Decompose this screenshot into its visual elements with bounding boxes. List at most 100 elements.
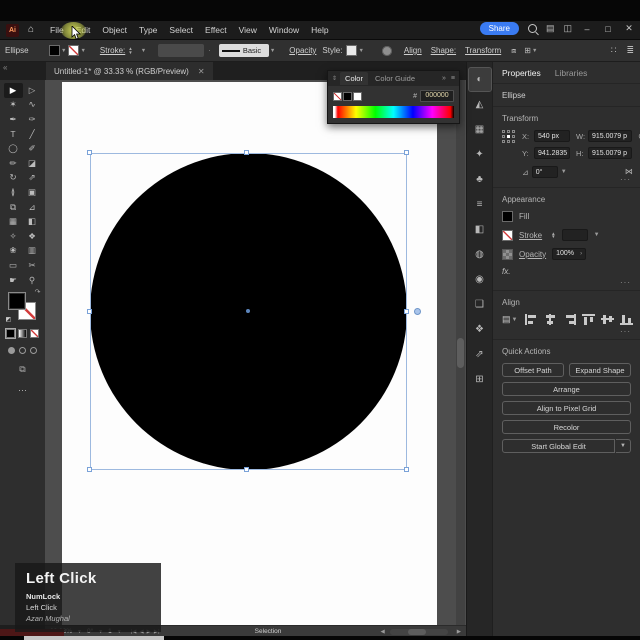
canvas-pasteboard[interactable] xyxy=(45,80,466,625)
transparency-panel-icon[interactable]: ◍ xyxy=(469,243,491,266)
panel-cycle-icon[interactable]: ⇕ xyxy=(332,75,337,82)
select-similar-icon[interactable]: ⊞ xyxy=(524,47,531,55)
offset-path-button[interactable]: Offset Path xyxy=(502,363,564,377)
handle-top-left[interactable] xyxy=(87,150,92,155)
width-tool[interactable]: ≬ xyxy=(4,185,23,200)
home-icon[interactable]: ⌂ xyxy=(28,25,34,35)
menu-help[interactable]: Help xyxy=(311,25,328,35)
slice-tool[interactable]: ✂ xyxy=(23,258,42,273)
collapse-panel-icon[interactable]: » xyxy=(442,75,446,82)
menu-select[interactable]: Select xyxy=(169,25,193,35)
lasso-tool[interactable]: ∿ xyxy=(23,98,42,113)
menu-window[interactable]: Window xyxy=(269,25,299,35)
transform-more-options[interactable]: ··· xyxy=(620,175,631,184)
fx-button[interactable]: fx. xyxy=(502,267,631,276)
symbol-sprayer-tool[interactable]: ❀ xyxy=(4,244,23,259)
illustrator-logo-icon[interactable]: Ai xyxy=(6,24,19,37)
live-shape-widget[interactable] xyxy=(414,308,421,315)
preferences-icon[interactable]: ∷ xyxy=(611,46,617,55)
w-field[interactable]: 915.0079 p xyxy=(588,130,632,142)
swap-fill-stroke-icon[interactable]: ↷ xyxy=(35,288,41,296)
artboard-tool[interactable]: ▭ xyxy=(4,258,23,273)
opacity-swatch[interactable] xyxy=(502,249,513,260)
black-swatch[interactable] xyxy=(343,92,352,101)
select-similar-dropdown-icon[interactable]: ▼ xyxy=(532,48,537,54)
global-edit-dropdown-icon[interactable]: ▼ xyxy=(616,439,631,453)
search-icon[interactable] xyxy=(528,24,537,33)
pencil-tool[interactable]: ✏ xyxy=(4,156,23,171)
magic-wand-tool[interactable]: ✶ xyxy=(4,98,23,113)
color-panel-icon[interactable]: ◐ xyxy=(469,68,491,91)
type-tool[interactable]: T xyxy=(4,127,23,142)
recolor-button[interactable]: Recolor xyxy=(502,420,631,434)
handle-top-right[interactable] xyxy=(404,150,409,155)
symbols-panel-icon[interactable]: ♣ xyxy=(469,168,491,191)
document-setup-globe-icon[interactable] xyxy=(382,46,392,56)
fill-dropdown-icon[interactable]: ▼ xyxy=(61,48,66,54)
eraser-tool[interactable]: ◪ xyxy=(23,156,42,171)
close-button[interactable]: ✕ xyxy=(623,23,635,34)
horizontal-align-left-icon[interactable] xyxy=(525,314,538,325)
arrange-button[interactable]: Arrange xyxy=(502,382,631,396)
graphic-styles-panel-icon[interactable]: ❑ xyxy=(469,293,491,316)
brushes-panel-icon[interactable]: ✦ xyxy=(469,143,491,166)
h-scroll-right-arrow[interactable]: ▶ xyxy=(457,629,461,635)
scale-tool[interactable]: ⇗ xyxy=(23,171,42,186)
menu-effect[interactable]: Effect xyxy=(205,25,227,35)
x-field[interactable]: 540 px xyxy=(534,130,570,142)
style-dropdown-icon[interactable]: ▼ xyxy=(358,48,363,54)
rotate-tool[interactable]: ↻ xyxy=(4,171,23,186)
stroke-weight-label[interactable]: Stroke: xyxy=(100,46,125,55)
appearance-more-options[interactable]: ··· xyxy=(620,278,631,287)
free-transform-tool[interactable]: ▣ xyxy=(23,185,42,200)
stroke-width-dropdown-icon[interactable]: ▼ xyxy=(594,232,600,238)
y-field[interactable]: 941.2835 p xyxy=(534,147,570,159)
default-fill-stroke-icon[interactable]: ◩ xyxy=(6,316,12,323)
tab-close-icon[interactable]: ✕ xyxy=(198,67,205,76)
shape-builder-tool[interactable]: ⧉ xyxy=(4,200,23,215)
shape-link[interactable]: Shape: xyxy=(431,46,456,55)
gradient-tool[interactable]: ◧ xyxy=(23,214,42,229)
column-graph-tool[interactable]: ▥ xyxy=(23,244,42,259)
brush-dropdown-icon[interactable]: ▼ xyxy=(270,48,275,54)
mesh-tool[interactable]: ▦ xyxy=(4,214,23,229)
asset-export-panel-icon[interactable]: ⇗ xyxy=(469,343,491,366)
stroke-label[interactable]: Stroke xyxy=(519,231,542,240)
style-swatch[interactable] xyxy=(346,45,357,56)
scrollbar-thumb[interactable] xyxy=(457,338,464,368)
line-segment-tool[interactable]: ╱ xyxy=(23,127,42,142)
curvature-tool[interactable]: ✑ xyxy=(23,112,42,127)
tab-color[interactable]: Color xyxy=(340,72,368,85)
panel-menu-icon[interactable]: ≣ xyxy=(626,46,634,55)
ellipse-tool[interactable]: ◯ xyxy=(4,141,23,156)
canvas-vertical-scrollbar[interactable] xyxy=(456,80,465,625)
arrange-documents-icon[interactable]: ▤ xyxy=(546,24,555,33)
none-mode-button[interactable] xyxy=(30,329,39,338)
hex-value-field[interactable]: 000000 xyxy=(420,90,454,102)
shape-center-point[interactable] xyxy=(246,309,250,313)
direct-selection-tool[interactable]: ▷ xyxy=(23,83,42,98)
opacity-expand-icon[interactable]: › xyxy=(580,248,582,260)
expand-shape-button[interactable]: Expand Shape xyxy=(569,363,631,377)
blend-tool[interactable]: ❖ xyxy=(23,229,42,244)
layers-panel-icon[interactable]: ❖ xyxy=(469,318,491,341)
minimize-button[interactable]: – xyxy=(581,24,593,34)
stroke-panel-icon[interactable]: ≡ xyxy=(469,193,491,216)
document-tab[interactable]: Untitled-1* @ 33.33 % (RGB/Preview) ✕ xyxy=(46,62,213,80)
color-mode-button[interactable] xyxy=(6,329,15,338)
vertical-align-top-icon[interactable] xyxy=(582,314,595,325)
appearance-stroke-swatch[interactable] xyxy=(502,230,513,241)
tab-properties[interactable]: Properties xyxy=(502,68,541,78)
white-swatch[interactable] xyxy=(353,92,362,101)
handle-middle-left[interactable] xyxy=(87,309,92,314)
align-to-selection-dropdown[interactable]: ▤▼ xyxy=(502,314,517,325)
restore-button[interactable]: □ xyxy=(602,24,614,34)
screen-mode-icon[interactable]: ⧉ xyxy=(0,364,45,375)
rotation-dropdown-icon[interactable]: ▼ xyxy=(561,169,567,175)
stroke-dropdown-icon[interactable]: ▼ xyxy=(80,48,85,54)
opacity-field[interactable]: 100% › xyxy=(552,248,586,260)
vertical-align-bottom-icon[interactable] xyxy=(620,314,633,325)
handle-top-center[interactable] xyxy=(244,150,249,155)
collapse-panels-icon[interactable]: « xyxy=(3,63,7,72)
stroke-width-field[interactable] xyxy=(562,229,588,241)
